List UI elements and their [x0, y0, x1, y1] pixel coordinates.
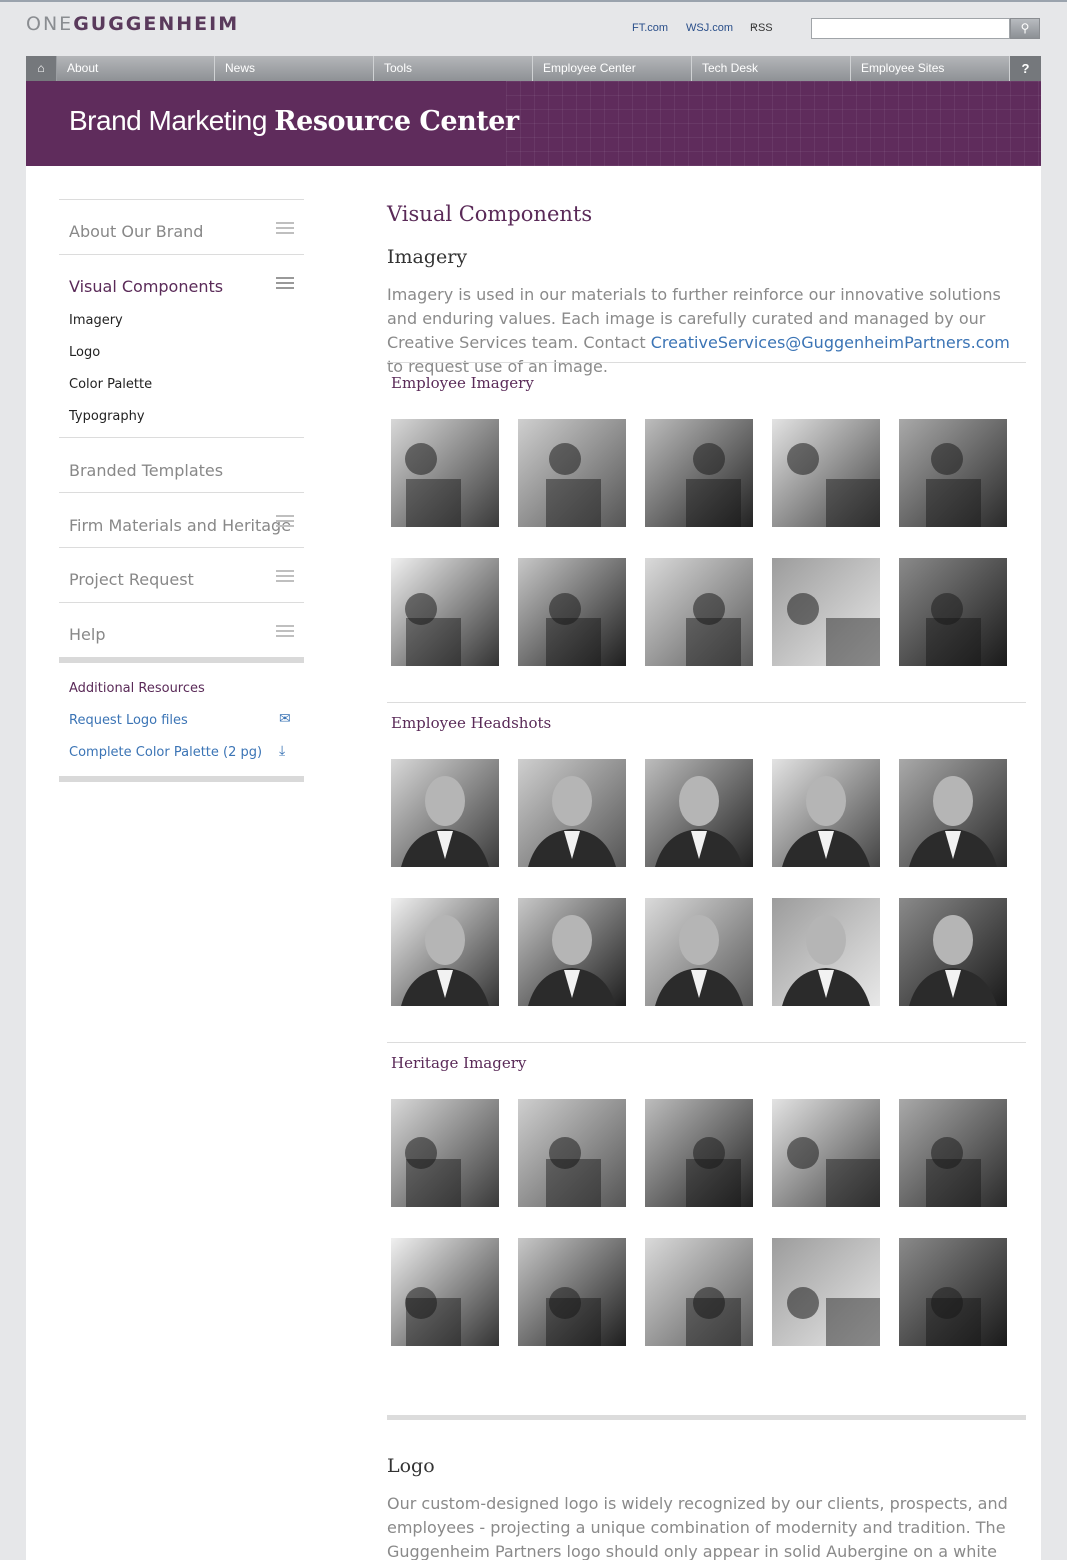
sidebar-item-project-request[interactable]: Project Request [59, 547, 304, 602]
logo-heading: Logo [387, 1455, 435, 1477]
home-icon: ⌂ [37, 61, 45, 75]
wsj-link[interactable]: WSJ.com [686, 22, 733, 34]
imagery-description: Imagery is used in our materials to furt… [387, 285, 1010, 376]
divider [387, 362, 1026, 363]
sublink-typography[interactable]: Typography [69, 409, 145, 424]
menu-icon [276, 515, 294, 527]
gallery-thumbnail[interactable] [645, 419, 753, 527]
envelope-icon[interactable]: ✉ [279, 710, 291, 727]
search-icon: ⚲ [1020, 21, 1030, 35]
gallery-thumbnail[interactable] [772, 1238, 880, 1346]
search-input[interactable] [811, 18, 1010, 39]
sidebar-divider [59, 657, 304, 663]
gallery-thumbnail[interactable] [772, 898, 880, 1006]
additional-resources-title: Additional Resources [69, 681, 205, 696]
gallery-thumbnail[interactable] [899, 759, 1007, 867]
gallery-thumbnail[interactable] [645, 759, 753, 867]
color-palette-download-link[interactable]: Complete Color Palette (2 pg) [69, 745, 262, 760]
divider [387, 702, 1026, 703]
gallery-thumbnail[interactable] [518, 558, 626, 666]
divider [387, 1042, 1026, 1043]
nav-news[interactable]: News [214, 56, 373, 81]
banner-pattern [506, 81, 1041, 166]
home-button[interactable]: ⌂ [26, 56, 56, 81]
gallery-thumbnail[interactable] [645, 558, 753, 666]
gallery-thumbnail[interactable] [899, 558, 1007, 666]
gallery-thumbnail[interactable] [391, 759, 499, 867]
gallery-thumbnail[interactable] [645, 898, 753, 1006]
section-title-employee-imagery: Employee Imagery [391, 374, 534, 392]
gallery-thumbnail[interactable] [391, 419, 499, 527]
search-button[interactable]: ⚲ [1010, 18, 1040, 39]
gallery-thumbnail[interactable] [899, 419, 1007, 527]
ft-link[interactable]: FT.com [632, 22, 668, 34]
page-banner: Brand Marketing Resource Center [26, 81, 1041, 166]
logo-description: Our custom-designed logo is widely recog… [387, 1494, 1008, 1560]
gallery-thumbnail[interactable] [645, 1238, 753, 1346]
main-nav: ⌂ About News Tools Employee Center Tech … [26, 56, 1041, 81]
help-button[interactable]: ? [1009, 56, 1041, 81]
gallery-thumbnail[interactable] [391, 1099, 499, 1207]
top-border [0, 0, 1067, 2]
nav-tools[interactable]: Tools [373, 56, 532, 81]
gallery-thumbnail[interactable] [899, 1099, 1007, 1207]
gallery-thumbnail[interactable] [772, 558, 880, 666]
gallery-thumbnail[interactable] [772, 759, 880, 867]
download-icon[interactable]: ⤓ [279, 742, 285, 759]
gallery-thumbnail[interactable] [645, 1099, 753, 1207]
gallery-thumbnail[interactable] [391, 898, 499, 1006]
creative-services-email-link[interactable]: CreativeServices@GuggenheimPartners.com [651, 333, 1010, 352]
menu-icon [276, 570, 294, 582]
sublink-logo[interactable]: Logo [69, 345, 100, 360]
page-title: Visual Components [387, 202, 593, 226]
gallery-thumbnail[interactable] [518, 898, 626, 1006]
nav-tech-desk[interactable]: Tech Desk [691, 56, 850, 81]
imagery-heading: Imagery [387, 246, 468, 268]
gallery-thumbnail[interactable] [899, 898, 1007, 1006]
gallery-thumbnail[interactable] [518, 1099, 626, 1207]
gallery-thumbnail[interactable] [899, 1238, 1007, 1346]
section-title-heritage-imagery: Heritage Imagery [391, 1054, 527, 1072]
section-title-employee-headshots: Employee Headshots [391, 714, 552, 732]
sidebar-item-about-our-brand[interactable]: About Our Brand [59, 199, 304, 254]
menu-icon [276, 625, 294, 637]
sublink-color-palette[interactable]: Color Palette [69, 377, 152, 392]
gallery-thumbnail[interactable] [518, 759, 626, 867]
sidebar-item-help[interactable]: Help [59, 602, 304, 657]
sidebar-item-branded-templates[interactable]: Branded Templates [59, 437, 304, 492]
sidebar-item-firm-materials[interactable]: Firm Materials and Heritage [59, 492, 304, 547]
oneguggenheim-logo[interactable]: ONEGUGGENHEIM [26, 13, 239, 35]
menu-icon [276, 222, 294, 234]
sidebar-bottom-divider [59, 776, 304, 782]
nav-employee-center[interactable]: Employee Center [532, 56, 691, 81]
banner-title: Brand Marketing Resource Center [69, 105, 519, 137]
gallery-thumbnail[interactable] [518, 1238, 626, 1346]
gallery-thumbnail[interactable] [772, 419, 880, 527]
gallery-thumbnail[interactable] [772, 1099, 880, 1207]
gallery-thumbnail[interactable] [391, 1238, 499, 1346]
sidebar-item-visual-components[interactable]: Visual Components Imagery Logo Color Pal… [59, 254, 304, 437]
menu-icon [276, 277, 294, 289]
request-logo-files-link[interactable]: Request Logo files [69, 713, 188, 728]
sublink-imagery[interactable]: Imagery [69, 313, 123, 328]
section-divider [387, 1415, 1026, 1420]
gallery-thumbnail[interactable] [518, 419, 626, 527]
nav-about[interactable]: About [56, 56, 214, 81]
nav-employee-sites[interactable]: Employee Sites [850, 56, 1009, 81]
gallery-thumbnail[interactable] [391, 558, 499, 666]
